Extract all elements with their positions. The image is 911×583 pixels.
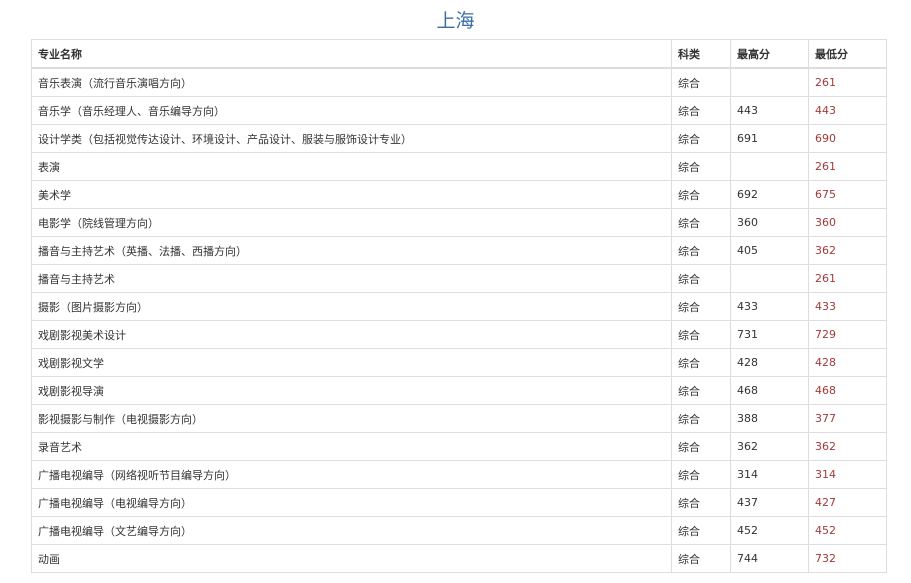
cell-major-name: 动画 [31,544,672,573]
cell-highest-score: 388 [730,404,809,433]
cell-major-name: 戏剧影视导演 [31,376,672,405]
cell-lowest-score: 433 [808,292,887,321]
cell-highest-score: 405 [730,236,809,265]
table-row: 表演 综合 261 [31,152,887,181]
cell-subject-type: 综合 [671,488,731,517]
table-row: 影视摄影与制作（电视摄影方向） 综合 388 377 [31,404,887,433]
cell-subject-type: 综合 [671,236,731,265]
table-row: 设计学类（包括视觉传达设计、环境设计、产品设计、服装与服饰设计专业） 综合 69… [31,124,887,153]
cell-highest-score: 360 [730,208,809,237]
cell-lowest-score: 452 [808,516,887,545]
table-row: 播音与主持艺术 综合 261 [31,264,887,293]
cell-major-name: 音乐学（音乐经理人、音乐编导方向） [31,96,672,125]
cell-subject-type: 综合 [671,348,731,377]
cell-major-name: 广播电视编导（电视编导方向） [31,488,672,517]
cell-subject-type: 综合 [671,96,731,125]
table-row: 广播电视编导（电视编导方向） 综合 437 427 [31,488,887,517]
table-row: 戏剧影视文学 综合 428 428 [31,348,887,377]
cell-highest-score: 428 [730,348,809,377]
header-major-name: 专业名称 [31,39,672,69]
cell-subject-type: 综合 [671,516,731,545]
cell-highest-score: 433 [730,292,809,321]
page-title: 上海 [436,10,475,32]
cell-major-name: 播音与主持艺术（英播、法播、西播方向） [31,236,672,265]
cell-major-name: 戏剧影视美术设计 [31,320,672,349]
table-row: 美术学 综合 692 675 [31,180,887,209]
cell-major-name: 广播电视编导（文艺编导方向） [31,516,672,545]
cell-highest-score: 452 [730,516,809,545]
table-row: 电影学（院线管理方向） 综合 360 360 [31,208,887,237]
cell-highest-score: 468 [730,376,809,405]
cell-highest-score: 744 [730,544,809,573]
header-subject-type: 科类 [671,39,731,69]
header-highest-score: 最高分 [730,39,809,69]
cell-highest-score: 731 [730,320,809,349]
cell-lowest-score: 261 [808,264,887,293]
cell-lowest-score: 468 [808,376,887,405]
table-row: 动画 综合 744 732 [31,544,887,573]
cell-highest-score [730,152,809,181]
cell-major-name: 影视摄影与制作（电视摄影方向） [31,404,672,433]
cell-subject-type: 综合 [671,292,731,321]
table-row: 播音与主持艺术（英播、法播、西播方向） 综合 405 362 [31,236,887,265]
cell-lowest-score: 443 [808,96,887,125]
cell-highest-score: 437 [730,488,809,517]
cell-major-name: 录音艺术 [31,432,672,461]
table-row: 摄影（图片摄影方向） 综合 433 433 [31,292,887,321]
cell-highest-score: 362 [730,432,809,461]
table-body: 音乐表演（流行音乐演唱方向） 综合 261 音乐学（音乐经理人、音乐编导方向） … [31,67,887,573]
cell-highest-score: 314 [730,460,809,489]
cell-major-name: 音乐表演（流行音乐演唱方向） [31,67,672,97]
table-row: 戏剧影视导演 综合 468 468 [31,376,887,405]
cell-subject-type: 综合 [671,432,731,461]
cell-subject-type: 综合 [671,208,731,237]
cell-lowest-score: 362 [808,432,887,461]
cell-lowest-score: 377 [808,404,887,433]
table-row: 广播电视编导（文艺编导方向） 综合 452 452 [31,516,887,545]
table-row: 音乐学（音乐经理人、音乐编导方向） 综合 443 443 [31,96,887,125]
cell-lowest-score: 261 [808,67,887,97]
table-row: 录音艺术 综合 362 362 [31,432,887,461]
cell-major-name: 播音与主持艺术 [31,264,672,293]
cell-highest-score [730,67,809,97]
cell-lowest-score: 729 [808,320,887,349]
cell-subject-type: 综合 [671,404,731,433]
cell-highest-score: 692 [730,180,809,209]
cell-lowest-score: 362 [808,236,887,265]
cell-highest-score [730,264,809,293]
cell-major-name: 摄影（图片摄影方向） [31,292,672,321]
cell-highest-score: 691 [730,124,809,153]
header-lowest-score: 最低分 [808,39,887,69]
cell-lowest-score: 314 [808,460,887,489]
cell-highest-score: 443 [730,96,809,125]
cell-lowest-score: 427 [808,488,887,517]
cell-major-name: 设计学类（包括视觉传达设计、环境设计、产品设计、服装与服饰设计专业） [31,124,672,153]
cell-subject-type: 综合 [671,180,731,209]
cell-subject-type: 综合 [671,152,731,181]
cell-lowest-score: 732 [808,544,887,573]
cell-lowest-score: 261 [808,152,887,181]
cell-lowest-score: 428 [808,348,887,377]
cell-subject-type: 综合 [671,460,731,489]
cell-lowest-score: 675 [808,180,887,209]
table-row: 音乐表演（流行音乐演唱方向） 综合 261 [31,67,887,97]
cell-lowest-score: 360 [808,208,887,237]
cell-major-name: 表演 [31,152,672,181]
cell-subject-type: 综合 [671,264,731,293]
score-table: 专业名称 科类 最高分 最低分 音乐表演（流行音乐演唱方向） 综合 261 音乐… [31,39,887,573]
table-header-row: 专业名称 科类 最高分 最低分 [31,39,887,69]
cell-major-name: 广播电视编导（网络视听节目编导方向） [31,460,672,489]
cell-subject-type: 综合 [671,320,731,349]
cell-lowest-score: 690 [808,124,887,153]
cell-subject-type: 综合 [671,544,731,573]
cell-major-name: 戏剧影视文学 [31,348,672,377]
cell-subject-type: 综合 [671,67,731,97]
cell-subject-type: 综合 [671,124,731,153]
cell-subject-type: 综合 [671,376,731,405]
table-row: 广播电视编导（网络视听节目编导方向） 综合 314 314 [31,460,887,489]
table-row: 戏剧影视美术设计 综合 731 729 [31,320,887,349]
cell-major-name: 美术学 [31,180,672,209]
cell-major-name: 电影学（院线管理方向） [31,208,672,237]
